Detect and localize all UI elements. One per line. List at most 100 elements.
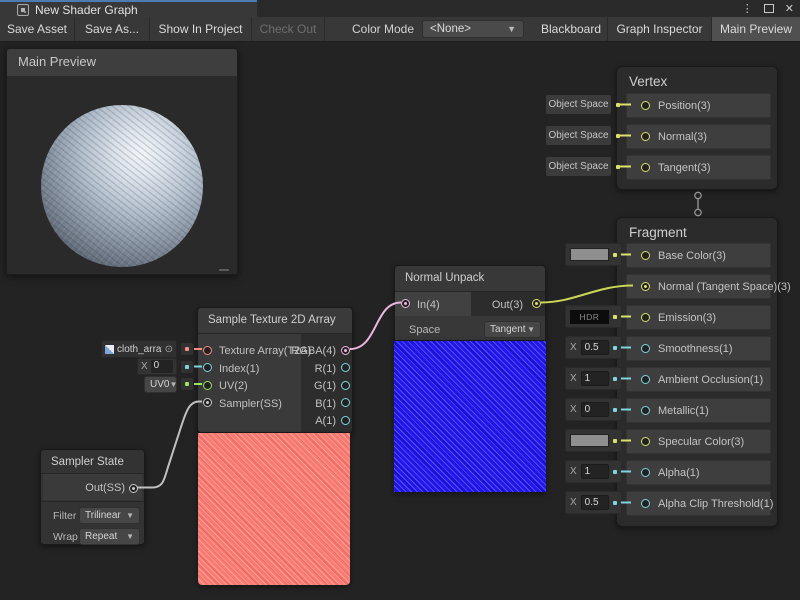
out-port[interactable] [532, 299, 541, 308]
normal-tangent-space-row[interactable]: Normal (Tangent Space)(3) [626, 274, 771, 299]
normal-unpack-node[interactable]: Normal Unpack In(4) Out(3) Space Tangent… [394, 265, 546, 341]
sample-texture-node-title: Sample Texture 2D Array [208, 314, 336, 326]
filter-dropdown[interactable]: Trilinear ▼ [79, 507, 140, 524]
close-icon[interactable]: ✕ [785, 2, 794, 15]
base-color-port[interactable] [641, 251, 650, 260]
widget-dot [181, 378, 193, 390]
smoothness-row[interactable]: Smoothness(1) [626, 336, 771, 361]
g-output-port[interactable] [341, 381, 350, 390]
float-field[interactable]: 1 [581, 464, 609, 479]
sampler-out-port[interactable] [129, 484, 138, 493]
color-swatch[interactable] [570, 248, 609, 261]
emission-hdr-widget[interactable]: HDR [565, 305, 622, 328]
index-input-port[interactable] [203, 363, 212, 372]
metallic-port[interactable] [641, 406, 650, 415]
main-preview-title: Main Preview [18, 54, 96, 69]
widget-dot [613, 501, 617, 505]
a-output-port[interactable] [341, 416, 350, 425]
normal-tangent-space-port[interactable] [641, 282, 650, 291]
fragment-node[interactable]: Fragment Base Color(3) Normal (Tangent S… [616, 217, 778, 527]
main-preview-header[interactable]: Main Preview [7, 49, 237, 76]
space-dropdown[interactable]: Tangent ▼ [484, 321, 541, 338]
window-menu-icon[interactable]: ⋮ [742, 2, 753, 15]
tangent-space-binding[interactable]: Object Space [546, 157, 611, 176]
vertex-normal-row[interactable]: Normal(3) [626, 124, 771, 149]
float-field[interactable]: 0.5 [581, 495, 609, 510]
float-field[interactable]: 0 [581, 402, 609, 417]
vertex-position-row[interactable]: Position(3) [626, 93, 771, 118]
alpha-row[interactable]: Alpha(1) [626, 460, 771, 485]
float-field[interactable]: 0 [151, 360, 173, 373]
in-port[interactable] [401, 299, 410, 308]
wrap-dropdown[interactable]: Repeat ▼ [79, 528, 140, 545]
b-output-port[interactable] [341, 398, 350, 407]
base-color-row[interactable]: Base Color(3) [626, 243, 771, 268]
color-mode-label: Color Mode [352, 17, 414, 41]
alpha-float-widget[interactable]: X 1 [565, 460, 622, 483]
preview-sphere[interactable] [41, 105, 203, 267]
tangent-port[interactable] [641, 163, 650, 172]
alpha-clip-threshold-row[interactable]: Alpha Clip Threshold(1) [626, 491, 771, 516]
widget-dot [613, 470, 617, 474]
chevron-down-icon: ▼ [527, 325, 535, 334]
chevron-down-icon: ▼ [126, 532, 134, 541]
graph-inspector-toggle-button[interactable]: Graph Inspector [608, 17, 711, 41]
chevron-down-icon: ▼ [507, 24, 516, 34]
save-asset-button[interactable]: Save Asset [0, 17, 74, 41]
position-port[interactable] [641, 101, 650, 110]
texture-object-field[interactable]: cloth_array ⊙ [101, 340, 177, 358]
rgba-output-port[interactable] [341, 346, 350, 355]
specular-color-port[interactable] [641, 437, 650, 446]
color-mode-dropdown[interactable]: <None> ▼ [422, 20, 524, 38]
show-in-project-button[interactable]: Show In Project [150, 17, 251, 41]
panel-resize-handle[interactable] [219, 269, 229, 271]
normal-unpack-preview[interactable] [394, 341, 546, 492]
metallic-float-widget[interactable]: X 0 [565, 398, 622, 421]
sample-texture-preview[interactable] [198, 433, 350, 585]
alpha-clip-threshold-port[interactable] [641, 499, 650, 508]
index-float-widget[interactable]: X 0 [137, 358, 177, 375]
object-picker-icon[interactable]: ⊙ [165, 344, 173, 355]
smoothness-float-widget[interactable]: X 0.5 [565, 336, 622, 359]
widget-dot [181, 361, 193, 373]
metallic-row[interactable]: Metallic(1) [626, 398, 771, 423]
main-preview-panel[interactable]: Main Preview [6, 48, 238, 275]
vertex-tangent-row[interactable]: Tangent(3) [626, 155, 771, 180]
chevron-down-icon: ▼ [169, 380, 177, 389]
ambient-occlusion-float-widget[interactable]: X 1 [565, 367, 622, 390]
alpha-clip-threshold-float-widget[interactable]: X 0.5 [565, 491, 622, 514]
normal-space-binding[interactable]: Object Space [546, 126, 611, 145]
specular-color-row[interactable]: Specular Color(3) [626, 429, 771, 454]
main-preview-toggle-button[interactable]: Main Preview [712, 17, 800, 41]
float-field[interactable]: 0.5 [581, 340, 609, 355]
r-output-port[interactable] [341, 363, 350, 372]
smoothness-port[interactable] [641, 344, 650, 353]
binding-dot [612, 130, 624, 142]
edge-sampler-state-to-sample-texture[interactable] [137, 402, 202, 488]
uv-input-port[interactable] [203, 381, 212, 390]
sampler-input-port[interactable] [203, 398, 212, 407]
emission-port[interactable] [641, 313, 650, 322]
ambient-occlusion-port[interactable] [641, 375, 650, 384]
sample-texture-2d-array-node[interactable]: Sample Texture 2D Array Texture Array(T2… [197, 307, 353, 433]
alpha-port[interactable] [641, 468, 650, 477]
float-field[interactable]: 1 [581, 371, 609, 386]
maximize-icon[interactable] [764, 4, 774, 13]
blackboard-toggle-button[interactable]: Blackboard [535, 17, 607, 41]
ambient-occlusion-row[interactable]: Ambient Occlusion(1) [626, 367, 771, 392]
texture-array-input-port[interactable] [203, 346, 212, 355]
position-space-binding[interactable]: Object Space [546, 95, 611, 114]
toolbar-separator [324, 17, 325, 41]
vertex-node[interactable]: Vertex Position(3) Normal(3) Tangent(3) [616, 66, 778, 190]
sampler-state-node[interactable]: Sampler State Out(SS) Filter Trilinear ▼… [40, 449, 145, 545]
emission-row[interactable]: Emission(3) [626, 305, 771, 330]
hdr-color-field[interactable]: HDR [570, 310, 609, 324]
tab-new-shader-graph[interactable]: New Shader Graph [0, 0, 257, 17]
normal-port[interactable] [641, 132, 650, 141]
save-as-button[interactable]: Save As... [75, 17, 149, 41]
base-color-swatch-widget[interactable] [565, 243, 622, 266]
color-swatch[interactable] [570, 434, 609, 447]
stack-link-dot [695, 192, 701, 198]
specular-color-swatch-widget[interactable] [565, 429, 622, 452]
uv-channel-dropdown[interactable]: UV0 ▼ [144, 376, 177, 393]
